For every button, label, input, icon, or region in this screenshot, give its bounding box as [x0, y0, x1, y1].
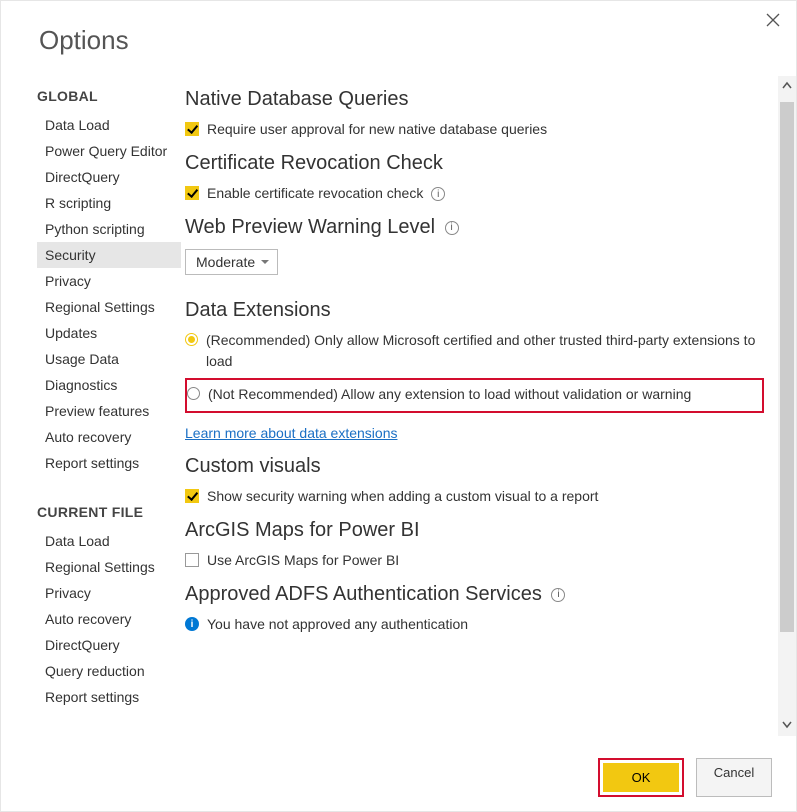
- sidebar-item-regional-settings[interactable]: Regional Settings: [37, 294, 181, 320]
- sidebar-item-report-settings[interactable]: Report settings: [37, 684, 181, 710]
- section-cert-revocation: Certificate Revocation Check: [185, 152, 764, 175]
- checkbox-require-approval[interactable]: [185, 122, 199, 136]
- cancel-button[interactable]: Cancel: [696, 758, 772, 797]
- scroll-up-icon[interactable]: [782, 76, 792, 98]
- sidebar-item-privacy[interactable]: Privacy: [37, 580, 181, 606]
- link-learn-more-extensions[interactable]: Learn more about data extensions: [185, 425, 397, 441]
- sidebar-item-python-scripting[interactable]: Python scripting: [37, 216, 181, 242]
- sidebar-item-query-reduction[interactable]: Query reduction: [37, 658, 181, 684]
- scroll-down-icon[interactable]: [782, 714, 792, 736]
- dropdown-web-preview-level[interactable]: Moderate: [185, 249, 278, 275]
- scrollbar[interactable]: [778, 76, 796, 736]
- label-custom-visuals-warning: Show security warning when adding a cust…: [207, 486, 598, 507]
- section-data-extensions: Data Extensions: [185, 299, 764, 322]
- sidebar: GLOBAL Data LoadPower Query EditorDirect…: [1, 76, 181, 736]
- sidebar-item-power-query-editor[interactable]: Power Query Editor: [37, 138, 181, 164]
- sidebar-item-auto-recovery[interactable]: Auto recovery: [37, 606, 181, 632]
- dialog-footer: OK Cancel: [598, 758, 772, 797]
- ok-button[interactable]: OK: [603, 763, 679, 792]
- radio-ext-recommended[interactable]: [185, 333, 198, 346]
- info-icon[interactable]: i: [445, 221, 459, 235]
- info-icon[interactable]: i: [551, 588, 565, 602]
- label-ext-not-recommended: (Not Recommended) Allow any extension to…: [208, 384, 691, 405]
- page-title: Options: [39, 25, 796, 56]
- sidebar-item-security[interactable]: Security: [37, 242, 181, 268]
- sidebar-header-current-file: CURRENT FILE: [37, 504, 181, 520]
- info-solid-icon: i: [185, 617, 199, 631]
- sidebar-item-updates[interactable]: Updates: [37, 320, 181, 346]
- sidebar-item-regional-settings[interactable]: Regional Settings: [37, 554, 181, 580]
- radio-ext-not-recommended[interactable]: [187, 387, 200, 400]
- sidebar-item-privacy[interactable]: Privacy: [37, 268, 181, 294]
- label-cert-revocation: Enable certificate revocation check i: [207, 183, 445, 204]
- sidebar-item-directquery[interactable]: DirectQuery: [37, 164, 181, 190]
- scroll-thumb[interactable]: [780, 102, 794, 632]
- label-arcgis: Use ArcGIS Maps for Power BI: [207, 550, 399, 571]
- sidebar-item-diagnostics[interactable]: Diagnostics: [37, 372, 181, 398]
- section-arcgis: ArcGIS Maps for Power BI: [185, 519, 764, 542]
- sidebar-item-auto-recovery[interactable]: Auto recovery: [37, 424, 181, 450]
- sidebar-item-data-load[interactable]: Data Load: [37, 112, 181, 138]
- highlight-ok: OK: [598, 758, 684, 797]
- sidebar-item-data-load[interactable]: Data Load: [37, 528, 181, 554]
- label-require-approval: Require user approval for new native dat…: [207, 119, 547, 140]
- sidebar-item-preview-features[interactable]: Preview features: [37, 398, 181, 424]
- sidebar-header-global: GLOBAL: [37, 88, 181, 104]
- sidebar-item-directquery[interactable]: DirectQuery: [37, 632, 181, 658]
- checkbox-cert-revocation[interactable]: [185, 186, 199, 200]
- checkbox-custom-visuals-warning[interactable]: [185, 489, 199, 503]
- dropdown-value: Moderate: [196, 254, 255, 270]
- sidebar-item-r-scripting[interactable]: R scripting: [37, 190, 181, 216]
- sidebar-item-usage-data[interactable]: Usage Data: [37, 346, 181, 372]
- main-content: Native Database Queries Require user app…: [185, 76, 796, 736]
- highlight-ext-not-recommended: (Not Recommended) Allow any extension to…: [185, 378, 764, 413]
- section-adfs: Approved ADFS Authentication Services i: [185, 583, 764, 606]
- label-ext-recommended: (Recommended) Only allow Microsoft certi…: [206, 330, 764, 372]
- section-native-db: Native Database Queries: [185, 88, 764, 111]
- section-web-preview: Web Preview Warning Level i: [185, 216, 764, 239]
- label-adfs-msg: You have not approved any authentication: [207, 614, 468, 635]
- checkbox-arcgis[interactable]: [185, 553, 199, 567]
- sidebar-item-report-settings[interactable]: Report settings: [37, 450, 181, 476]
- info-icon[interactable]: i: [431, 187, 445, 201]
- section-custom-visuals: Custom visuals: [185, 455, 764, 478]
- close-button[interactable]: [766, 13, 782, 29]
